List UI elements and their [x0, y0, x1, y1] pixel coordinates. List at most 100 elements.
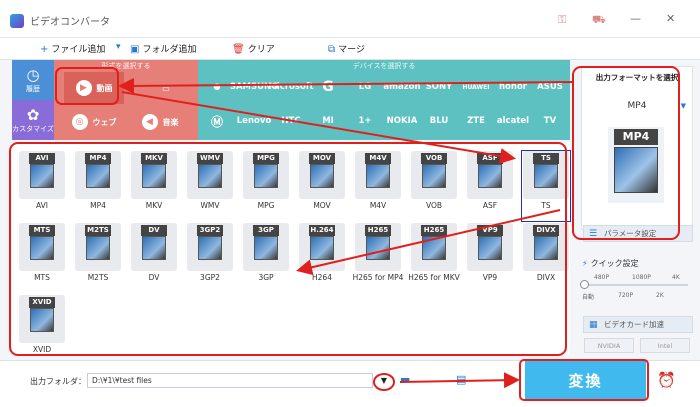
format-asf[interactable]: ASF ASF: [466, 151, 514, 221]
brand-asus[interactable]: ASUS: [531, 72, 569, 102]
lightning-icon: ⚡: [582, 259, 588, 268]
format-3gp[interactable]: 3GP 3GP: [242, 223, 290, 293]
convert-button[interactable]: 変換: [525, 361, 646, 399]
brand-sony[interactable]: SONY: [420, 72, 458, 102]
brand-honor[interactable]: honor: [494, 72, 532, 102]
format-tag: H.264: [309, 225, 335, 236]
folder-dropdown-button[interactable]: ▼: [377, 374, 391, 388]
device-category-group: デバイスを選択する ● SAMSUNG Microsoft G LG amazo…: [198, 60, 570, 140]
format-tag: VOB: [421, 153, 447, 164]
add-file-button[interactable]: + ファイル追加: [40, 42, 105, 55]
brand-htc[interactable]: HTC: [272, 106, 310, 136]
format-tag: XVID: [29, 297, 55, 308]
film-icon: [534, 164, 558, 188]
brand-motorola-icon[interactable]: Ⓜ: [198, 106, 236, 136]
brand-blu[interactable]: BLU: [420, 106, 458, 136]
brand-lenovo[interactable]: Lenovo: [235, 106, 273, 136]
format-avi[interactable]: AVI AVI: [18, 151, 66, 221]
format-tag: AVI: [29, 153, 55, 164]
format-label: MP4: [90, 201, 106, 210]
merge-button[interactable]: ⧉ マージ: [328, 42, 365, 55]
output-folder-input[interactable]: [87, 373, 373, 388]
format-label: MOV: [313, 201, 331, 210]
format-label: M4V: [369, 201, 387, 210]
brand-samsung[interactable]: SAMSUNG: [230, 72, 278, 102]
format-h265-for-mkv[interactable]: H265 H265 for MKV: [408, 223, 460, 293]
intel-badge: Intel: [640, 338, 690, 353]
alarm-clock-icon[interactable]: ⏰: [657, 371, 676, 389]
format-h265-for-mp4[interactable]: H265 H265 for MP4: [353, 223, 403, 293]
add-folder-button[interactable]: ▣ フォルダ追加: [130, 42, 196, 55]
format-mp4[interactable]: MP4 MP4: [74, 151, 122, 221]
title-bar: ビデオコンバータ ⚿ ⛟ — ✕: [0, 0, 700, 38]
brand-amazon[interactable]: amazon: [383, 72, 421, 102]
format-vob[interactable]: VOB VOB: [410, 151, 458, 221]
brand-alcatel[interactable]: alcatel: [494, 106, 532, 136]
film-icon: [198, 164, 222, 188]
format-tag: M4V: [365, 153, 391, 164]
history-button[interactable]: ◷ 履歴: [12, 60, 54, 100]
format-mkv[interactable]: MKV MKV: [130, 151, 178, 221]
format-dv[interactable]: DV DV: [130, 223, 178, 293]
format-label: 3GP: [258, 273, 274, 282]
brand-mi[interactable]: MI: [309, 106, 347, 136]
format-m2ts[interactable]: M2TS M2TS: [74, 223, 122, 293]
web-category-button[interactable]: ◎ ウェブ: [64, 106, 124, 138]
format-m4v[interactable]: M4V M4V: [354, 151, 402, 221]
folder-plus-icon: ▣: [130, 44, 140, 55]
format-wmv[interactable]: WMV WMV: [186, 151, 234, 221]
format-label: MPG: [257, 201, 275, 210]
format-icon: XVID: [19, 295, 65, 343]
output-folder-label: 出力フォルダ：: [30, 377, 86, 386]
minimize-button[interactable]: —: [630, 12, 641, 25]
output-format-selector[interactable]: 出力フォーマットを選択 MP4 ▼ MP4: [581, 66, 693, 230]
device-group-title: デバイスを選択する: [352, 62, 416, 70]
format-label: MKV: [145, 201, 163, 210]
hd-category-button[interactable]: ▭: [140, 72, 192, 104]
chevron-down-icon[interactable]: ▼: [681, 102, 686, 110]
brand-tv[interactable]: TV: [531, 106, 569, 136]
customize-button[interactable]: ✿ カスタマイズ: [12, 100, 54, 140]
gpu-acceleration-button[interactable]: ▦ ビデオカード加速: [583, 316, 693, 333]
format-xvid[interactable]: XVID XVID: [18, 295, 66, 365]
film-icon: [478, 236, 502, 260]
format-tag: MTS: [29, 225, 55, 236]
format-ts[interactable]: TS TS: [521, 150, 571, 222]
film-icon: [534, 236, 558, 260]
format-mts[interactable]: MTS MTS: [18, 223, 66, 293]
parameter-settings-button[interactable]: ☰ パラメータ設定: [583, 225, 693, 242]
format-divx[interactable]: DIVX DIVX: [522, 223, 570, 293]
brand-microsoft[interactable]: Microsoft: [268, 72, 313, 102]
cart-icon[interactable]: ⛟: [592, 13, 606, 28]
video-category-button[interactable]: ▶ 動画: [64, 72, 124, 104]
open-folder-icon[interactable]: ▤: [456, 373, 466, 386]
format-mov[interactable]: MOV MOV: [298, 151, 346, 221]
film-reel-icon: [614, 147, 658, 193]
quality-slider[interactable]: [580, 280, 688, 289]
add-file-dropdown-icon[interactable]: ▾: [116, 42, 121, 52]
format-icon: M4V: [355, 151, 401, 199]
app-logo-icon: [10, 14, 24, 28]
format-icon: DV: [131, 223, 177, 271]
brand-huawei[interactable]: HUAWEI: [457, 72, 495, 102]
film-icon: [30, 164, 54, 188]
slider-knob[interactable]: [580, 280, 589, 289]
browse-folder-icon[interactable]: ▬: [400, 373, 410, 386]
format-h264[interactable]: H.264 H264: [298, 223, 346, 293]
clear-button[interactable]: 🗑 クリア: [232, 42, 275, 55]
brand-zte[interactable]: ZTE: [457, 106, 495, 136]
brand-oneplus[interactable]: 1+: [346, 106, 384, 136]
format-tag: MKV: [141, 153, 167, 164]
key-icon[interactable]: ⚿: [558, 13, 566, 27]
brand-nokia[interactable]: NOKIA: [383, 106, 421, 136]
format-tag: MOV: [309, 153, 335, 164]
brand-lg[interactable]: LG: [346, 72, 384, 102]
format-vp9[interactable]: VP9 VP9: [466, 223, 514, 293]
brand-google[interactable]: G: [309, 72, 347, 102]
format-mpg[interactable]: MPG MPG: [242, 151, 290, 221]
audio-category-button[interactable]: ◀ 音楽: [130, 106, 190, 138]
settings-icon: ✿: [26, 106, 40, 124]
format-3gp2[interactable]: 3GP2 3GP2: [186, 223, 234, 293]
close-button[interactable]: ✕: [666, 12, 675, 25]
format-tag: 3GP: [253, 225, 279, 236]
